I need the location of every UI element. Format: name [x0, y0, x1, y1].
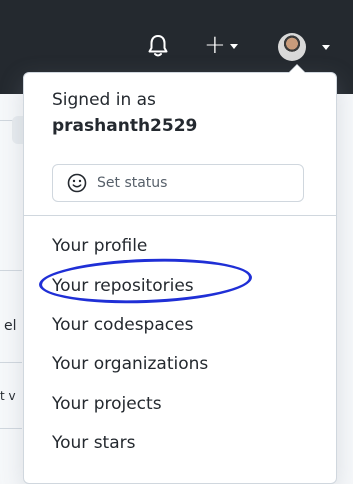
- background-divider: [0, 428, 22, 429]
- dropdown-caret-inner: [289, 65, 305, 73]
- background-text-fragment: t v: [0, 389, 16, 403]
- signed-in-label: Signed in as: [52, 90, 156, 110]
- menu-item-your-stars[interactable]: Your stars: [52, 433, 135, 453]
- menu-item-your-profile[interactable]: Your profile: [52, 236, 147, 256]
- menu-item-your-projects[interactable]: Your projects: [52, 394, 162, 414]
- account-dropdown-menu: Signed in as prashanth2529 Set status Yo…: [23, 64, 337, 484]
- avatar[interactable]: [278, 33, 306, 61]
- menu-divider: [24, 215, 336, 216]
- background-divider: [0, 270, 22, 271]
- smiley-icon: [67, 173, 87, 193]
- background-text-fragment: el: [4, 318, 17, 334]
- plus-icon[interactable]: +: [204, 32, 226, 58]
- menu-item-your-codespaces[interactable]: Your codespaces: [52, 315, 193, 335]
- username: prashanth2529: [52, 116, 198, 136]
- set-status-button[interactable]: Set status: [52, 164, 304, 202]
- highlight-annotation: [38, 255, 253, 307]
- chevron-down-icon[interactable]: [322, 45, 330, 50]
- background-divider: [0, 362, 22, 363]
- set-status-label: Set status: [97, 175, 168, 191]
- menu-item-your-organizations[interactable]: Your organizations: [52, 354, 208, 374]
- chevron-down-icon[interactable]: [230, 44, 238, 49]
- bell-icon[interactable]: [147, 34, 169, 58]
